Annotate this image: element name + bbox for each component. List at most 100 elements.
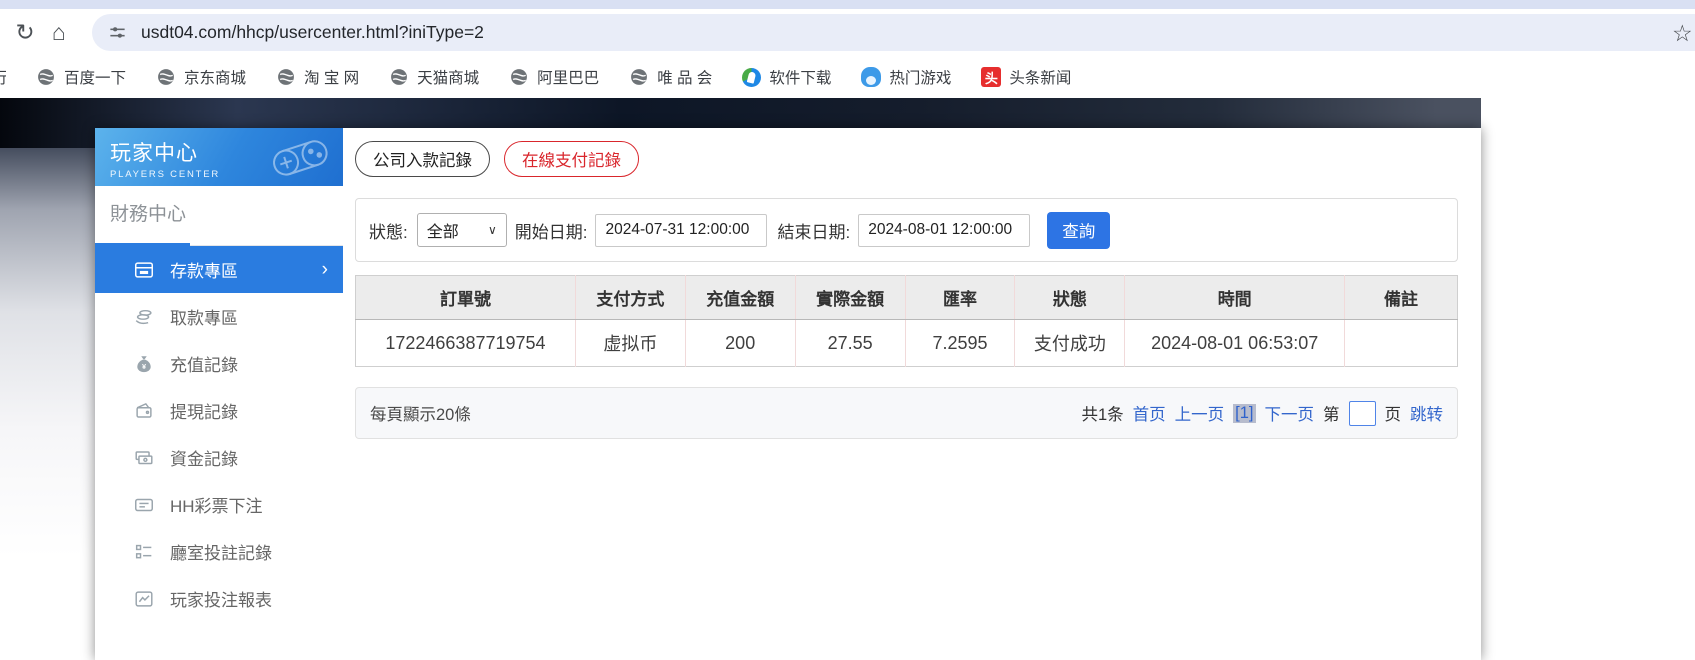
- table-row: 1722466387719754 虚拟币 200 27.55 7.2595 支付…: [356, 320, 1458, 367]
- bookmark-label: 百度一下: [64, 66, 126, 88]
- deposit-card-icon: [133, 259, 155, 281]
- pagination-bar: 每頁顯示20條 共1条 首页 上一页 [1] 下一页 第 页 跳转: [355, 387, 1458, 439]
- bookmark-label: 软件下载: [769, 66, 831, 88]
- bookmark-label: 唯 品 会: [657, 66, 712, 88]
- sidebar-item-label: 廳室投註記錄: [170, 539, 272, 564]
- sidebar-item-label: 取款專區: [170, 304, 238, 329]
- bookmarks-bar: 行 百度一下 京东商城 淘 宝 网 天猫商城 阿里巴巴 唯 品 会 软件下载 热…: [0, 56, 1695, 98]
- sidebar-item-hh-lottery-bets[interactable]: HH彩票下注: [95, 481, 343, 528]
- end-date-label: 結束日期:: [777, 218, 850, 243]
- gamepad-icon: [263, 132, 337, 182]
- home-icon[interactable]: ⌂: [42, 19, 76, 46]
- pagination-controls: 共1条 首页 上一页 [1] 下一页 第 页 跳转: [1081, 401, 1443, 426]
- col-order-number: 訂單號: [356, 276, 576, 320]
- cell-order-number: 1722466387719754: [356, 320, 576, 367]
- col-status: 狀態: [1015, 276, 1125, 320]
- page-jump-input[interactable]: [1349, 401, 1376, 426]
- jump-button[interactable]: 跳转: [1410, 401, 1443, 425]
- globe-icon: [276, 67, 296, 87]
- end-date-input[interactable]: [858, 214, 1030, 247]
- cell-remark: [1345, 320, 1458, 367]
- status-select[interactable]: 全部 ∨: [417, 213, 507, 247]
- next-page-link[interactable]: 下一页: [1265, 401, 1315, 425]
- bookmark-item-jd[interactable]: 京东商城: [156, 66, 246, 88]
- tab-online-payment-records[interactable]: 在線支付記錄: [504, 141, 639, 177]
- query-button[interactable]: 查詢: [1047, 212, 1110, 249]
- cell-exchange-rate: 7.2595: [905, 320, 1015, 367]
- bookmark-label: 头条新闻: [1009, 66, 1071, 88]
- page-size-text: 每頁顯示20條: [370, 401, 471, 425]
- start-date-input[interactable]: [595, 214, 767, 247]
- cell-time: 2024-08-01 06:53:07: [1125, 320, 1345, 367]
- bookmark-label: 天猫商城: [417, 66, 479, 88]
- bookmark-item-software-download[interactable]: 软件下载: [742, 66, 831, 88]
- bookmark-label: 淘 宝 网: [304, 66, 359, 88]
- sidebar-item-deposit-zone[interactable]: 存款專區 ›: [95, 246, 343, 293]
- page-background: 玩家中心 PLAYERS CENTER 財務中心: [0, 98, 1481, 660]
- tab-company-deposit-records[interactable]: 公司入款記錄: [355, 141, 490, 177]
- globe-icon: [509, 67, 529, 87]
- bookmark-label: 热门游戏: [889, 66, 951, 88]
- cell-actual-amount: 27.55: [795, 320, 905, 367]
- chevron-right-icon: ›: [322, 259, 328, 281]
- sidebar-item-player-bet-report[interactable]: 玩家投注報表: [95, 575, 343, 622]
- toutiao-icon: 头: [981, 67, 1001, 87]
- bookmark-item-tmall[interactable]: 天猫商城: [389, 66, 479, 88]
- cell-status: 支付成功: [1015, 320, 1125, 367]
- status-label: 狀態:: [369, 218, 408, 243]
- sidebar-item-withdraw-zone[interactable]: 取款專區: [95, 293, 343, 340]
- bookmark-item-baidu[interactable]: 百度一下: [36, 66, 126, 88]
- url-text: usdt04.com/hhcp/usercenter.html?iniType=…: [141, 22, 484, 43]
- first-page-link[interactable]: 首页: [1133, 401, 1166, 425]
- bookmark-label: 阿里巴巴: [537, 66, 599, 88]
- site-info-icon[interactable]: [108, 23, 127, 42]
- wallet-icon: [133, 400, 155, 422]
- col-time: 時間: [1125, 276, 1345, 320]
- cell-recharge-amount: 200: [685, 320, 795, 367]
- penguin-icon: [861, 67, 881, 87]
- col-recharge-amount: 充值金額: [685, 276, 795, 320]
- chevron-down-icon: ∨: [488, 223, 497, 237]
- sidebar-header: 玩家中心 PLAYERS CENTER: [95, 128, 343, 186]
- globe-icon: [389, 67, 409, 87]
- current-page-indicator[interactable]: [1]: [1233, 404, 1255, 423]
- col-payment-method: 支付方式: [575, 276, 685, 320]
- list-icon: [133, 541, 155, 563]
- jump-suffix-label: 页: [1385, 401, 1402, 425]
- prev-page-link[interactable]: 上一页: [1175, 401, 1225, 425]
- bookmark-item-vip[interactable]: 唯 品 会: [629, 66, 712, 88]
- ticket-icon: [133, 494, 155, 516]
- finance-center-tab[interactable]: 財務中心: [95, 186, 343, 246]
- bookmark-star-icon[interactable]: ☆: [1672, 20, 1693, 47]
- bookmark-item-alibaba[interactable]: 阿里巴巴: [509, 66, 599, 88]
- content-panel: 玩家中心 PLAYERS CENTER 財務中心: [95, 128, 1481, 660]
- bookmark-label: 京东商城: [184, 66, 246, 88]
- globe-icon: [629, 67, 649, 87]
- left-gradient: [0, 148, 95, 660]
- records-table: 訂單號 支付方式 充值金額 實際金額 匯率 狀態 時間 備註 172246638…: [355, 275, 1458, 367]
- bookmark-item-toutiao-news[interactable]: 头 头条新闻: [981, 66, 1071, 88]
- sidebar-item-label: 提現記錄: [170, 398, 238, 423]
- sidebar-item-hall-bet-records[interactable]: 廳室投註記錄: [95, 528, 343, 575]
- sidebar-item-withdrawal-records[interactable]: 提現記錄: [95, 387, 343, 434]
- sidebar-item-recharge-records[interactable]: ¥ 充值記錄: [95, 340, 343, 387]
- total-count-text: 共1条: [1081, 401, 1123, 425]
- url-bar[interactable]: usdt04.com/hhcp/usercenter.html?iniType=…: [92, 14, 1695, 51]
- globe-icon: [36, 67, 56, 87]
- bookmark-item-taobao[interactable]: 淘 宝 网: [276, 66, 359, 88]
- sidebar-menu: 存款專區 › 取款專區 ¥ 充值記錄: [95, 246, 343, 622]
- bookmark-item-hot-games[interactable]: 热门游戏: [861, 66, 951, 88]
- status-select-value: 全部: [427, 218, 459, 242]
- reload-icon[interactable]: ↻: [8, 19, 42, 46]
- bookmark-item-cut[interactable]: 行: [0, 66, 6, 88]
- cell-payment-method: 虚拟币: [575, 320, 685, 367]
- sidebar-item-label: 存款專區: [170, 257, 238, 282]
- sidebar-item-label: HH彩票下注: [170, 492, 263, 517]
- banknotes-icon: [133, 447, 155, 469]
- record-tabs: 公司入款記錄 在線支付記錄: [355, 141, 1458, 177]
- sidebar-item-funds-records[interactable]: 資金記錄: [95, 434, 343, 481]
- sidebar-item-label: 玩家投注報表: [170, 586, 272, 611]
- sidebar-item-label: 資金記錄: [170, 445, 238, 470]
- start-date-label: 開始日期:: [515, 218, 588, 243]
- tab-strip: [0, 0, 1695, 9]
